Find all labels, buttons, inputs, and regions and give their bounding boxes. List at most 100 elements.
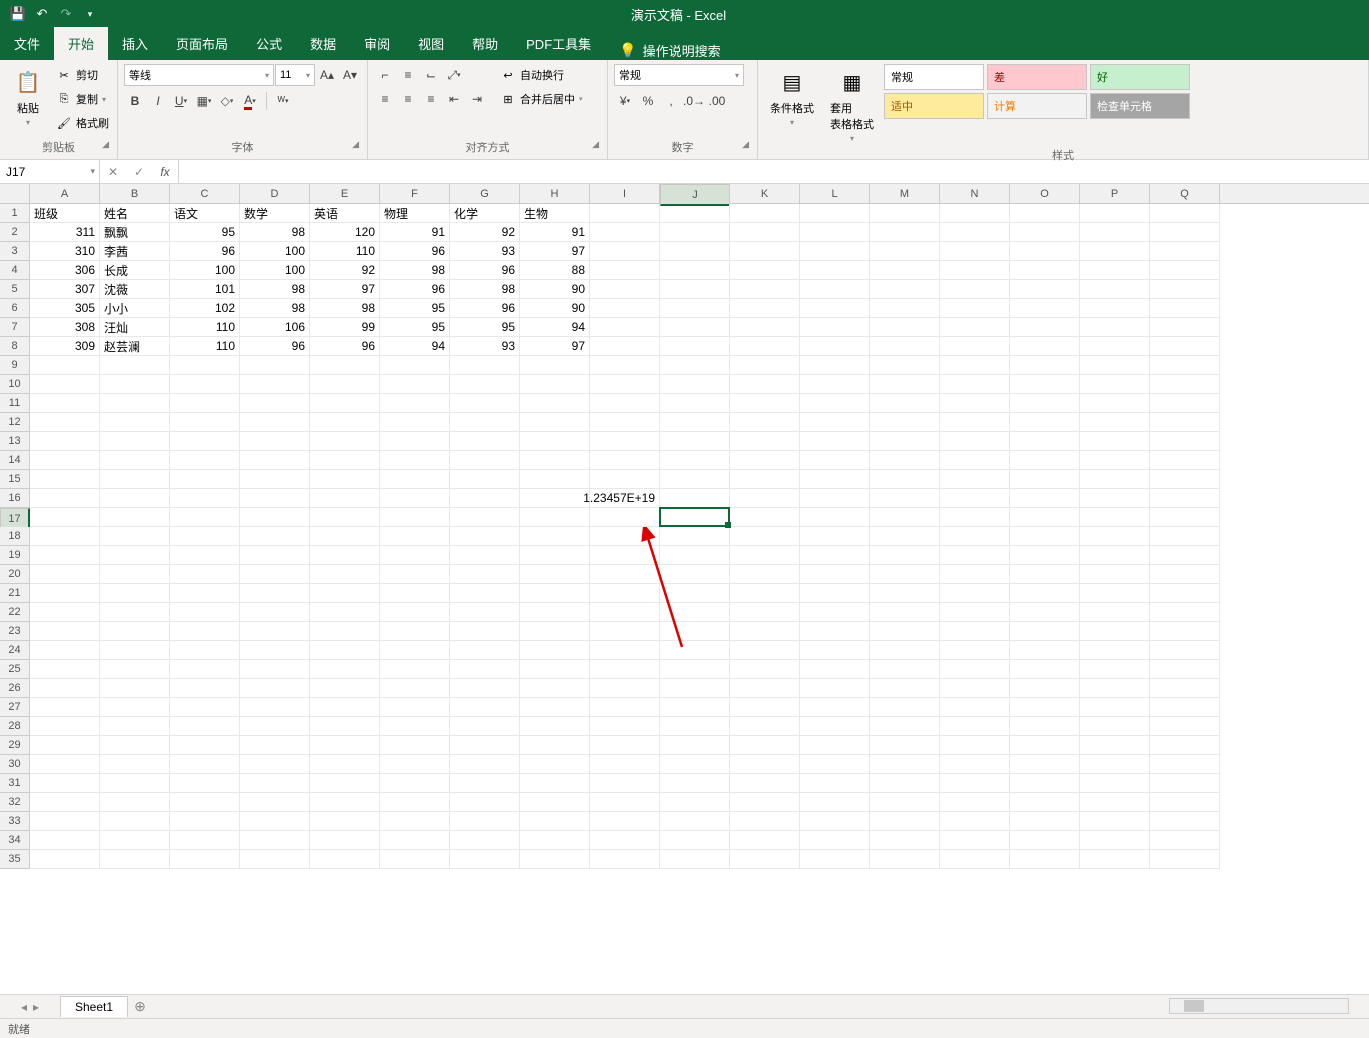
row-header[interactable]: 16 [0,489,30,508]
cell[interactable] [800,489,870,508]
menu-tab-插入[interactable]: 插入 [108,27,162,60]
cell[interactable] [170,603,240,622]
row-header[interactable]: 4 [0,261,30,280]
cell[interactable] [170,793,240,812]
cell[interactable] [800,698,870,717]
cell[interactable] [520,717,590,736]
cell[interactable] [870,489,940,508]
cell[interactable] [380,527,450,546]
row-header[interactable]: 3 [0,242,30,261]
cell[interactable] [450,717,520,736]
cell[interactable] [1150,831,1220,850]
increase-font-icon[interactable]: A▴ [316,64,338,86]
cell[interactable]: 309 [30,337,100,356]
menu-tab-页面布局[interactable]: 页面布局 [162,27,242,60]
row-header[interactable]: 12 [0,413,30,432]
cell[interactable] [730,679,800,698]
menu-tab-帮助[interactable]: 帮助 [458,27,512,60]
cell[interactable] [1010,527,1080,546]
cell[interactable] [100,641,170,660]
add-sheet-button[interactable]: ⊕ [128,995,152,1019]
cell[interactable] [1150,660,1220,679]
cell[interactable] [730,261,800,280]
cell[interactable] [1080,774,1150,793]
format-painter-button[interactable]: 🖌格式刷 [54,112,111,134]
cell[interactable] [940,774,1010,793]
cell[interactable] [240,812,310,831]
cell[interactable] [1150,717,1220,736]
cell[interactable] [100,489,170,508]
cell[interactable] [450,622,520,641]
cell[interactable] [310,508,380,527]
row-header[interactable]: 32 [0,793,30,812]
cell[interactable] [1010,489,1080,508]
wrap-text-button[interactable]: ↩自动换行 [498,64,585,86]
cell-style-适中[interactable]: 适中 [884,93,984,119]
cell[interactable] [800,717,870,736]
cell[interactable]: 102 [170,299,240,318]
cell[interactable] [1150,812,1220,831]
cell[interactable] [660,451,730,470]
dialog-launcher-icon[interactable]: ◢ [592,139,599,150]
menu-tab-视图[interactable]: 视图 [404,27,458,60]
cell[interactable] [1010,508,1080,527]
cell[interactable] [1150,603,1220,622]
cell[interactable] [870,432,940,451]
bold-icon[interactable]: B [124,90,146,112]
cell[interactable] [590,793,660,812]
align-bottom-icon[interactable]: ⌙ [420,64,442,86]
cell[interactable] [1010,204,1080,223]
cell[interactable] [170,717,240,736]
row-header[interactable]: 1 [0,204,30,223]
menu-tab-数据[interactable]: 数据 [296,27,350,60]
cell[interactable] [520,489,590,508]
cell[interactable] [170,622,240,641]
cell[interactable] [870,622,940,641]
cell[interactable] [170,755,240,774]
cell[interactable] [100,717,170,736]
cell[interactable] [660,375,730,394]
cell[interactable] [240,698,310,717]
cell[interactable] [590,603,660,622]
cell[interactable] [450,793,520,812]
cell[interactable] [1080,527,1150,546]
cell[interactable] [100,546,170,565]
font-size-select[interactable]: 11▾ [275,64,315,86]
copy-button[interactable]: ⎘复制▾ [54,88,111,110]
cell[interactable] [800,736,870,755]
cell[interactable] [800,223,870,242]
cell[interactable] [380,717,450,736]
cell[interactable] [940,793,1010,812]
column-header[interactable]: C [170,184,240,203]
cell[interactable] [100,565,170,584]
italic-icon[interactable]: I [147,90,169,112]
cell[interactable]: 96 [240,337,310,356]
cell[interactable] [380,831,450,850]
cell[interactable] [660,527,730,546]
cell[interactable] [170,831,240,850]
spreadsheet-grid[interactable]: ABCDEFGHIJKLMNOPQ 1班级姓名语文数学英语物理化学生物2311飘… [0,184,1369,869]
cell[interactable]: 96 [380,280,450,299]
cell[interactable] [240,470,310,489]
cell[interactable] [1080,717,1150,736]
cell[interactable]: 英语 [310,204,380,223]
cell[interactable] [520,698,590,717]
orientation-icon[interactable]: ⤢▾ [443,64,465,86]
cell[interactable] [310,660,380,679]
cell[interactable] [380,660,450,679]
cell[interactable]: 97 [520,337,590,356]
cell[interactable] [940,565,1010,584]
row-header[interactable]: 13 [0,432,30,451]
cell[interactable] [170,565,240,584]
cell[interactable] [870,508,940,527]
cell[interactable] [450,831,520,850]
cell[interactable] [800,603,870,622]
menu-tab-审阅[interactable]: 审阅 [350,27,404,60]
cell[interactable] [310,774,380,793]
cell[interactable] [450,774,520,793]
conditional-formatting-button[interactable]: ▤ 条件格式 ▾ [764,64,820,129]
cell[interactable]: 物理 [380,204,450,223]
cell[interactable] [1010,470,1080,489]
row-header[interactable]: 26 [0,679,30,698]
column-header[interactable]: I [590,184,660,203]
